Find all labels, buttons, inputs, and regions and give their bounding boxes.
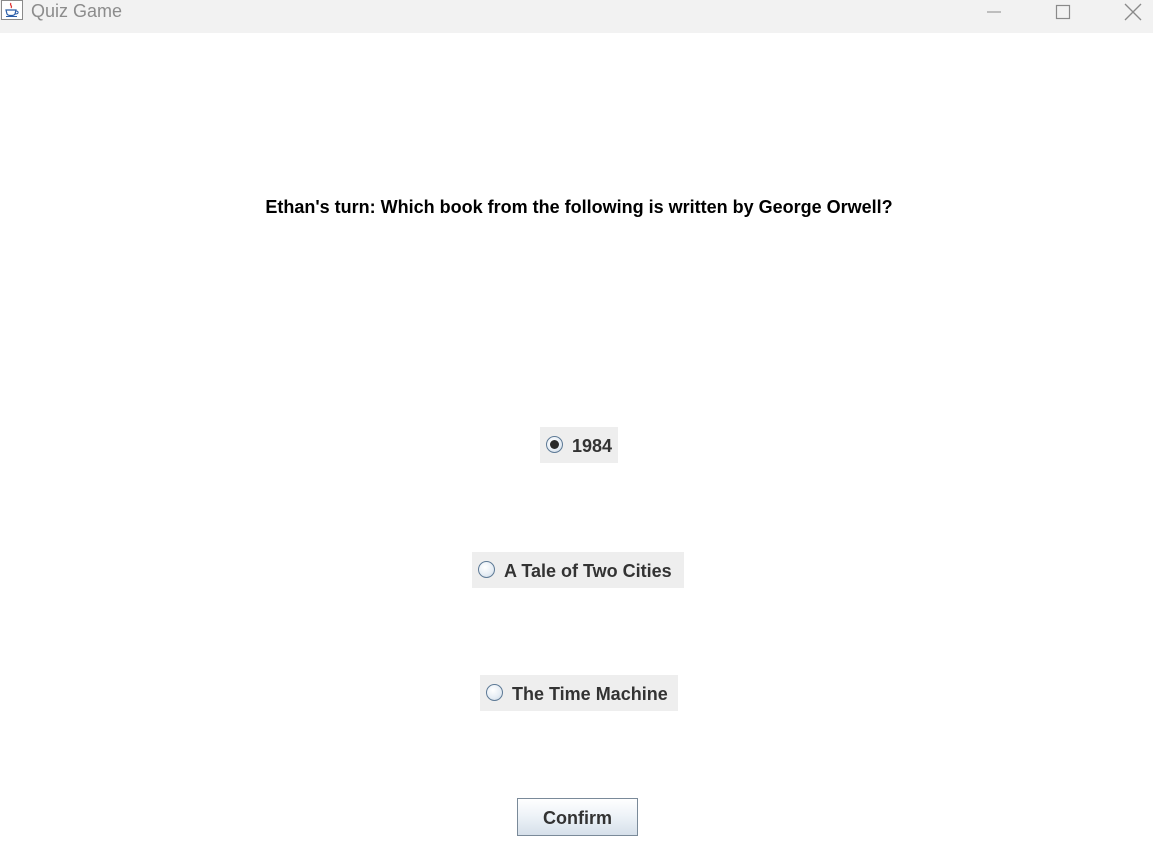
- answer-option-label[interactable]: 1984: [572, 427, 612, 465]
- maximize-button[interactable]: [1040, 0, 1086, 24]
- radio-button-selected[interactable]: [546, 436, 563, 453]
- answer-option-label[interactable]: The Time Machine: [512, 675, 668, 713]
- maximize-icon: [1055, 4, 1071, 20]
- radio-button[interactable]: [486, 684, 503, 701]
- close-button[interactable]: [1110, 0, 1153, 24]
- radio-button[interactable]: [478, 561, 495, 578]
- answer-option-3[interactable]: The Time Machine: [480, 675, 678, 711]
- answer-option-1[interactable]: 1984: [540, 427, 618, 463]
- answer-option-label[interactable]: A Tale of Two Cities: [504, 552, 672, 590]
- java-coffee-icon[interactable]: [1, 0, 23, 20]
- question-label: Ethan's turn: Which book from the follow…: [265, 197, 893, 217]
- window-title: Quiz Game: [31, 1, 123, 21]
- minimize-icon: [987, 11, 1001, 13]
- radio-dot-icon: [550, 440, 559, 449]
- confirm-button[interactable]: Confirm: [517, 798, 638, 836]
- title-bar: Quiz Game: [0, 0, 1153, 33]
- close-icon: [1124, 3, 1142, 21]
- quiz-game-window: Quiz Game Ethan's turn: Which book from …: [0, 0, 1153, 862]
- answer-option-2[interactable]: A Tale of Two Cities: [472, 552, 684, 588]
- minimize-button[interactable]: [971, 0, 1017, 24]
